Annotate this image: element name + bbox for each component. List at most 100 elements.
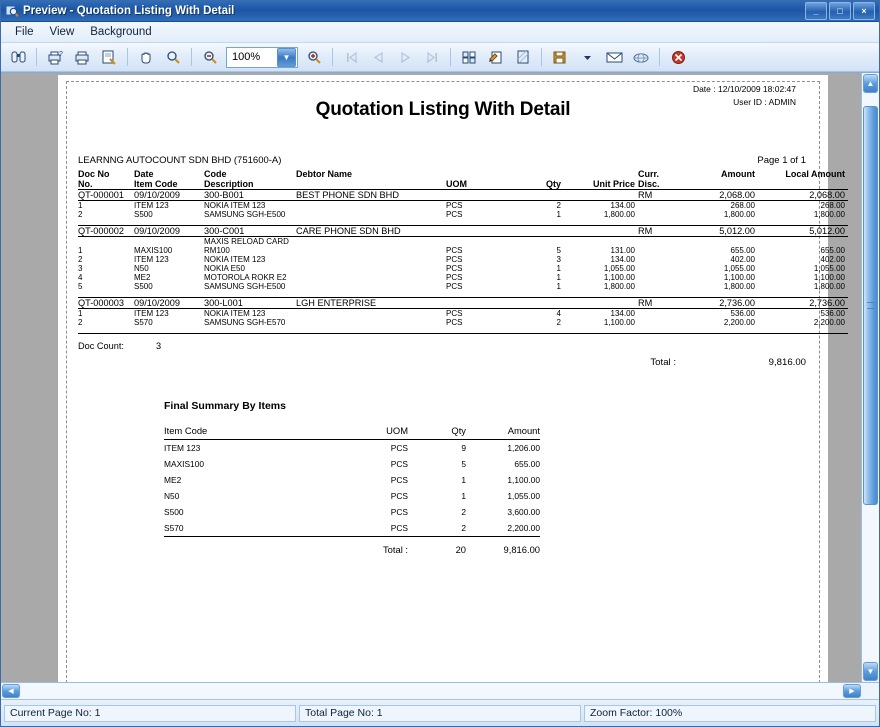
item-amount: 1,100.00 [723,273,755,282]
summary-qty: 2 [408,520,466,537]
toolbar: ? 100% ▼ [1,43,879,72]
doc-amount: 5,012.00 [680,225,758,237]
vertical-scrollbar[interactable]: ▲ ▼ [861,73,879,682]
thumbnails-icon[interactable] [456,45,482,69]
page-indicator: Page 1 of 1 [757,155,806,166]
previous-page-icon[interactable] [365,45,391,69]
summary-amount: 1,055.00 [507,491,540,501]
toolbar-separator [36,48,37,66]
vertical-scroll-track[interactable] [862,94,879,661]
maximize-button[interactable]: □ [829,2,851,20]
item-qty: 4 [556,309,561,318]
zoom-combo[interactable]: 100% ▼ [226,46,298,68]
summary-total-qty: 20 [455,544,466,555]
item-amount: 402.00 [730,255,755,264]
scroll-up-icon[interactable]: ▲ [863,74,878,93]
item-code: S500 [134,282,153,291]
summary-item-code: ME2 [164,475,182,485]
item-no: 2 [78,210,83,219]
item-description: NOKIA ITEM 123 [204,309,266,318]
preview-window: Preview - Quotation Listing With Detail … [0,0,880,727]
summary-col-amount: Amount [466,422,540,440]
summary-row: S500 PCS 2 3,600.00 [164,504,540,520]
item-no: 1 [78,246,83,255]
col-no: No. [78,179,93,189]
item-qty: 2 [556,318,561,327]
minimize-button[interactable]: _ [805,2,827,20]
watermark-icon[interactable] [510,45,536,69]
summary-uom: PCS [390,475,408,485]
close-preview-icon[interactable] [665,45,691,69]
doc-blank1 [446,297,508,309]
hand-pan-icon[interactable] [133,45,159,69]
item-no: 4 [78,273,83,282]
menu-view[interactable]: View [42,24,83,40]
summary-uom: PCS [390,459,408,469]
item-blank [296,264,446,273]
item-qty: 1 [556,273,561,282]
summary-row: N50 PCS 1 1,055.00 [164,488,540,504]
item-blank [296,282,446,291]
vertical-scroll-thumb[interactable] [863,106,878,505]
item-disc [638,210,680,219]
zoom-in-icon[interactable] [301,45,327,69]
zoom-out-icon[interactable] [197,45,223,69]
publish-web-icon[interactable] [628,45,654,69]
item-row: 1 ITEM 123 NOKIA ITEM 123 PCS 2 134.00 268.00 2… [78,201,848,210]
zoom-tool-icon[interactable] [160,45,186,69]
summary-uom: PCS [390,491,408,501]
summary-title: Final Summary By Items [164,400,286,412]
col-local-amount: Local Amount [785,169,845,179]
doc-code: 300-L001 [204,297,296,309]
document-canvas[interactable]: Date : 12/10/2009 18:02:47 User ID : ADM… [1,73,861,682]
first-page-icon[interactable] [338,45,364,69]
item-uom: PCS [446,309,463,318]
preview-magnifier-icon [5,4,19,18]
item-description: NOKIA E50 [204,264,245,273]
summary-amount: 2,200.00 [466,520,540,537]
export-save-icon[interactable] [547,45,573,69]
item-description: SAMSUNG SGH-E570 [204,318,286,327]
item-disc [638,273,680,282]
item-uom: PCS [446,255,463,264]
horizontal-scrollbar[interactable]: ◀ ▶ [1,682,879,699]
item-row: 4 ME2 MOTOROLA ROKR E2 PCS 1 1,100.00 1,100.00… [78,273,848,282]
last-page-icon[interactable] [419,45,445,69]
summary-table: Item Code UOM Qty Amount ITEM 123 PCS 9 1,2… [164,422,540,558]
menu-file[interactable]: File [7,24,42,40]
export-dropdown-icon[interactable] [574,45,600,69]
scroll-grip-icon [867,301,874,309]
item-local-amount: 2,200.00 [813,318,845,327]
horizontal-scroll-track[interactable] [21,683,842,699]
next-page-icon[interactable] [392,45,418,69]
item-local-amount: 1,100.00 [813,273,845,282]
doc-local-amount: 2,736.00 [758,297,848,309]
chevron-down-icon[interactable]: ▼ [277,47,296,67]
menu-background[interactable]: Background [82,24,159,40]
close-button[interactable]: × [853,2,875,20]
print-icon[interactable] [69,45,95,69]
item-blank [296,255,446,264]
status-bar: Current Page No: 1 Total Page No: 1 Zoom… [1,699,879,726]
email-icon[interactable] [601,45,627,69]
summary-qty: 9 [461,443,466,453]
toolbar-separator [332,48,333,66]
item-unit-price: 134.00 [610,255,635,264]
scroll-down-icon[interactable]: ▼ [863,662,878,681]
item-disc [638,282,680,291]
item-description: SAMSUNG SGH-E500 [204,282,286,291]
item-amount: 536.00 [730,309,755,318]
page-setup-icon[interactable] [96,45,122,69]
item-blank [296,273,446,282]
scroll-left-icon[interactable]: ◀ [2,684,20,698]
company-name: LEARNNG AUTOCOUNT SDN BHD (751600-A) [78,155,282,166]
summary-item-code: S500 [164,507,184,517]
doc-currency: RM [638,189,680,201]
scroll-right-icon[interactable]: ▶ [843,684,861,698]
annotate-icon[interactable] [483,45,509,69]
find-binoculars-icon[interactable] [5,45,31,69]
item-uom: PCS [446,210,463,219]
item-local-amount: 536.00 [820,309,845,318]
item-row: 3 N50 NOKIA E50 PCS 1 1,055.00 1,055.00 1,055.0… [78,264,848,273]
print-preview-icon[interactable]: ? [42,45,68,69]
